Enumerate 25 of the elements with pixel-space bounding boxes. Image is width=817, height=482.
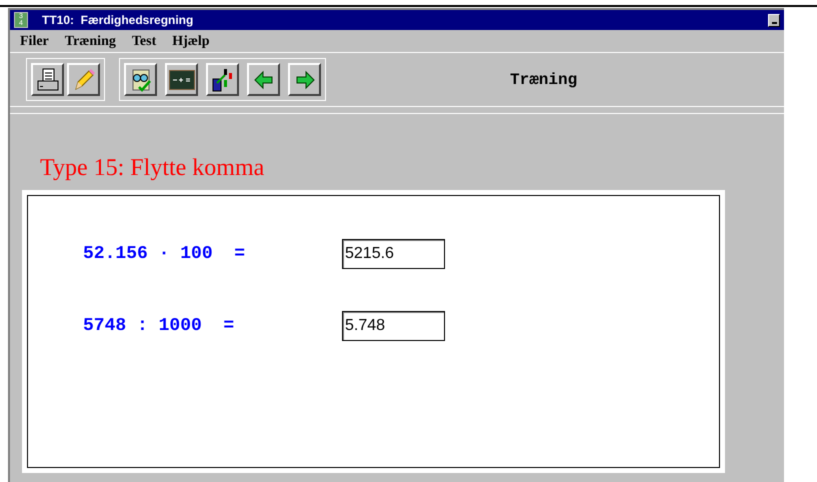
equation-text: 5748 : 1000 =: [83, 314, 236, 338]
menu-item[interactable]: Filer: [20, 30, 49, 52]
forward-button[interactable]: [288, 63, 321, 96]
back-button[interactable]: [247, 63, 280, 96]
left-arrow-icon: [254, 70, 274, 90]
menu-item[interactable]: Test: [132, 30, 156, 52]
answer-field[interactable]: 5.748: [342, 311, 445, 341]
equation-text: 52.156 · 100 =: [83, 242, 246, 266]
print-button[interactable]: [31, 63, 64, 96]
mode-label: Træning: [510, 70, 578, 90]
exercise-title: Type 15: Flytte komma: [40, 154, 264, 183]
right-arrow-icon: [294, 70, 314, 90]
chalkboard-button[interactable]: [165, 63, 198, 96]
minimize-button[interactable]: [768, 14, 780, 26]
numbers-button[interactable]: [206, 63, 239, 96]
menu-item[interactable]: Hjælp: [172, 30, 210, 52]
check-button[interactable]: [124, 63, 157, 96]
menu-item[interactable]: Træning: [64, 30, 116, 52]
chalkboard-icon: [168, 70, 194, 90]
answer-field[interactable]: 5215.6: [342, 239, 445, 269]
minimize-icon: [772, 22, 776, 24]
window-title: TT10: Færdighedsregning: [42, 12, 194, 29]
printer-icon: [36, 68, 60, 92]
eraser-button[interactable]: [67, 63, 100, 96]
document-arrow-icon: [210, 66, 234, 92]
